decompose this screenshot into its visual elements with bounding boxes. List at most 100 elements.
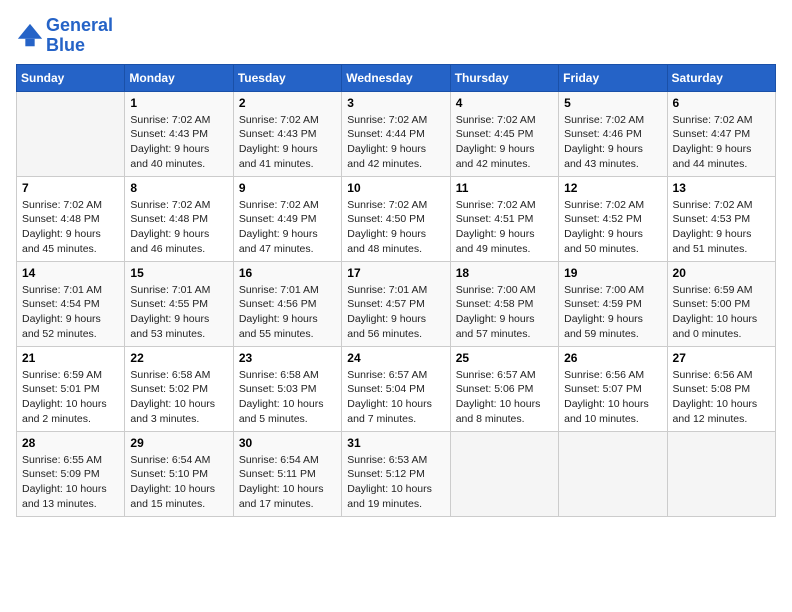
calendar-day-cell: 15 Sunrise: 7:01 AMSunset: 4:55 PMDayligh… xyxy=(125,261,233,346)
calendar-week-row: 14Sunrise: 7:01 AMSunset: 4:54 PMDayligh… xyxy=(17,261,776,346)
day-info: Sunrise: 6:57 AMSunset: 5:04 PMDaylight:… xyxy=(347,368,444,427)
weekday-header: Wednesday xyxy=(342,64,450,91)
calendar-day-cell: 17 Sunrise: 7:01 AMSunset: 4:57 PMDayligh… xyxy=(342,261,450,346)
day-number: 29 xyxy=(130,436,227,450)
day-info: Sunrise: 7:02 AMSunset: 4:43 PMDaylight:… xyxy=(239,113,336,172)
day-number: 17 xyxy=(347,266,444,280)
day-info: Sunrise: 6:53 AMSunset: 5:12 PMDaylight:… xyxy=(347,453,444,512)
day-info: Sunrise: 7:02 AMSunset: 4:48 PMDaylight:… xyxy=(22,198,119,257)
day-number: 11 xyxy=(456,181,553,195)
day-number: 4 xyxy=(456,96,553,110)
day-number: 20 xyxy=(673,266,770,280)
day-info: Sunrise: 7:01 AMSunset: 4:54 PMDaylight:… xyxy=(22,283,119,342)
calendar-day-cell: 23 Sunrise: 6:58 AMSunset: 5:03 PMDayligh… xyxy=(233,346,341,431)
calendar-day-cell: 2Sunrise: 7:02 AMSunset: 4:43 PMDaylight… xyxy=(233,91,341,176)
calendar-day-cell xyxy=(559,431,667,516)
calendar-table: SundayMondayTuesdayWednesdayThursdayFrid… xyxy=(16,64,776,517)
calendar-day-cell: 28Sunrise: 6:55 AMSunset: 5:09 PMDayligh… xyxy=(17,431,125,516)
day-number: 8 xyxy=(130,181,227,195)
day-info: Sunrise: 7:01 AMSunset: 4:57 PMDaylight:… xyxy=(347,283,444,342)
day-info: Sunrise: 7:02 AMSunset: 4:44 PMDaylight:… xyxy=(347,113,444,172)
day-number: 3 xyxy=(347,96,444,110)
calendar-day-cell: 9 Sunrise: 7:02 AMSunset: 4:49 PMDaylight… xyxy=(233,176,341,261)
day-info: Sunrise: 7:02 AMSunset: 4:51 PMDaylight:… xyxy=(456,198,553,257)
calendar-day-cell xyxy=(667,431,775,516)
calendar-day-cell: 4 Sunrise: 7:02 AMSunset: 4:45 PMDaylight… xyxy=(450,91,558,176)
day-number: 27 xyxy=(673,351,770,365)
day-info: Sunrise: 6:59 AMSunset: 5:00 PMDaylight:… xyxy=(673,283,770,342)
day-number: 1 xyxy=(130,96,227,110)
calendar-week-row: 28Sunrise: 6:55 AMSunset: 5:09 PMDayligh… xyxy=(17,431,776,516)
calendar-day-cell: 18Sunrise: 7:00 AMSunset: 4:58 PMDayligh… xyxy=(450,261,558,346)
calendar-week-row: 21 Sunrise: 6:59 AMSunset: 5:01 PMDayligh… xyxy=(17,346,776,431)
day-info: Sunrise: 7:02 AMSunset: 4:49 PMDaylight:… xyxy=(239,198,336,257)
calendar-day-cell: 19 Sunrise: 7:00 AMSunset: 4:59 PMDayligh… xyxy=(559,261,667,346)
day-number: 7 xyxy=(22,181,119,195)
day-number: 21 xyxy=(22,351,119,365)
calendar-day-cell: 11 Sunrise: 7:02 AMSunset: 4:51 PMDayligh… xyxy=(450,176,558,261)
calendar-day-cell: 20 Sunrise: 6:59 AMSunset: 5:00 PMDayligh… xyxy=(667,261,775,346)
logo: General Blue xyxy=(16,16,113,56)
calendar-week-row: 7 Sunrise: 7:02 AMSunset: 4:48 PMDaylight… xyxy=(17,176,776,261)
day-info: Sunrise: 6:57 AMSunset: 5:06 PMDaylight:… xyxy=(456,368,553,427)
calendar-header: SundayMondayTuesdayWednesdayThursdayFrid… xyxy=(17,64,776,91)
weekday-header: Tuesday xyxy=(233,64,341,91)
day-info: Sunrise: 7:02 AMSunset: 4:43 PMDaylight:… xyxy=(130,113,227,172)
calendar-day-cell: 24Sunrise: 6:57 AMSunset: 5:04 PMDayligh… xyxy=(342,346,450,431)
calendar-day-cell: 31Sunrise: 6:53 AMSunset: 5:12 PMDayligh… xyxy=(342,431,450,516)
weekday-header: Friday xyxy=(559,64,667,91)
calendar-day-cell: 25 Sunrise: 6:57 AMSunset: 5:06 PMDayligh… xyxy=(450,346,558,431)
day-info: Sunrise: 7:02 AMSunset: 4:46 PMDaylight:… xyxy=(564,113,661,172)
calendar-day-cell: 16Sunrise: 7:01 AMSunset: 4:56 PMDayligh… xyxy=(233,261,341,346)
day-number: 9 xyxy=(239,181,336,195)
day-number: 22 xyxy=(130,351,227,365)
day-info: Sunrise: 7:02 AMSunset: 4:48 PMDaylight:… xyxy=(130,198,227,257)
day-number: 6 xyxy=(673,96,770,110)
calendar-day-cell: 5Sunrise: 7:02 AMSunset: 4:46 PMDaylight… xyxy=(559,91,667,176)
day-number: 15 xyxy=(130,266,227,280)
calendar-day-cell: 8 Sunrise: 7:02 AMSunset: 4:48 PMDaylight… xyxy=(125,176,233,261)
calendar-day-cell: 1 Sunrise: 7:02 AMSunset: 4:43 PMDaylight… xyxy=(125,91,233,176)
day-number: 26 xyxy=(564,351,661,365)
day-info: Sunrise: 7:00 AMSunset: 4:59 PMDaylight:… xyxy=(564,283,661,342)
logo-icon xyxy=(16,22,44,50)
calendar-day-cell: 14Sunrise: 7:01 AMSunset: 4:54 PMDayligh… xyxy=(17,261,125,346)
calendar-day-cell: 6Sunrise: 7:02 AMSunset: 4:47 PMDaylight… xyxy=(667,91,775,176)
calendar-day-cell: 22 Sunrise: 6:58 AMSunset: 5:02 PMDayligh… xyxy=(125,346,233,431)
day-number: 30 xyxy=(239,436,336,450)
day-number: 25 xyxy=(456,351,553,365)
day-info: Sunrise: 7:02 AMSunset: 4:53 PMDaylight:… xyxy=(673,198,770,257)
day-info: Sunrise: 7:00 AMSunset: 4:58 PMDaylight:… xyxy=(456,283,553,342)
weekday-header: Saturday xyxy=(667,64,775,91)
day-number: 12 xyxy=(564,181,661,195)
calendar-day-cell: 29Sunrise: 6:54 AMSunset: 5:10 PMDayligh… xyxy=(125,431,233,516)
day-number: 10 xyxy=(347,181,444,195)
day-info: Sunrise: 6:58 AMSunset: 5:02 PMDaylight:… xyxy=(130,368,227,427)
day-info: Sunrise: 7:02 AMSunset: 4:50 PMDaylight:… xyxy=(347,198,444,257)
calendar-day-cell: 27 Sunrise: 6:56 AMSunset: 5:08 PMDayligh… xyxy=(667,346,775,431)
day-number: 23 xyxy=(239,351,336,365)
day-info: Sunrise: 6:56 AMSunset: 5:07 PMDaylight:… xyxy=(564,368,661,427)
day-info: Sunrise: 7:02 AMSunset: 4:45 PMDaylight:… xyxy=(456,113,553,172)
day-info: Sunrise: 6:56 AMSunset: 5:08 PMDaylight:… xyxy=(673,368,770,427)
calendar-day-cell: 7 Sunrise: 7:02 AMSunset: 4:48 PMDaylight… xyxy=(17,176,125,261)
day-number: 19 xyxy=(564,266,661,280)
day-info: Sunrise: 6:59 AMSunset: 5:01 PMDaylight:… xyxy=(22,368,119,427)
day-number: 28 xyxy=(22,436,119,450)
calendar-day-cell: 3 Sunrise: 7:02 AMSunset: 4:44 PMDaylight… xyxy=(342,91,450,176)
day-number: 16 xyxy=(239,266,336,280)
calendar-day-cell xyxy=(450,431,558,516)
logo-text: General Blue xyxy=(46,16,113,56)
weekday-header: Sunday xyxy=(17,64,125,91)
calendar-day-cell: 10 Sunrise: 7:02 AMSunset: 4:50 PMDayligh… xyxy=(342,176,450,261)
calendar-day-cell: 12Sunrise: 7:02 AMSunset: 4:52 PMDayligh… xyxy=(559,176,667,261)
calendar-day-cell: 26 Sunrise: 6:56 AMSunset: 5:07 PMDayligh… xyxy=(559,346,667,431)
weekday-header: Monday xyxy=(125,64,233,91)
day-info: Sunrise: 6:58 AMSunset: 5:03 PMDaylight:… xyxy=(239,368,336,427)
day-info: Sunrise: 6:54 AMSunset: 5:11 PMDaylight:… xyxy=(239,453,336,512)
calendar-day-cell: 13Sunrise: 7:02 AMSunset: 4:53 PMDayligh… xyxy=(667,176,775,261)
weekday-header: Thursday xyxy=(450,64,558,91)
calendar-week-row: 1 Sunrise: 7:02 AMSunset: 4:43 PMDaylight… xyxy=(17,91,776,176)
calendar-day-cell: 21 Sunrise: 6:59 AMSunset: 5:01 PMDayligh… xyxy=(17,346,125,431)
day-info: Sunrise: 7:01 AMSunset: 4:55 PMDaylight:… xyxy=(130,283,227,342)
